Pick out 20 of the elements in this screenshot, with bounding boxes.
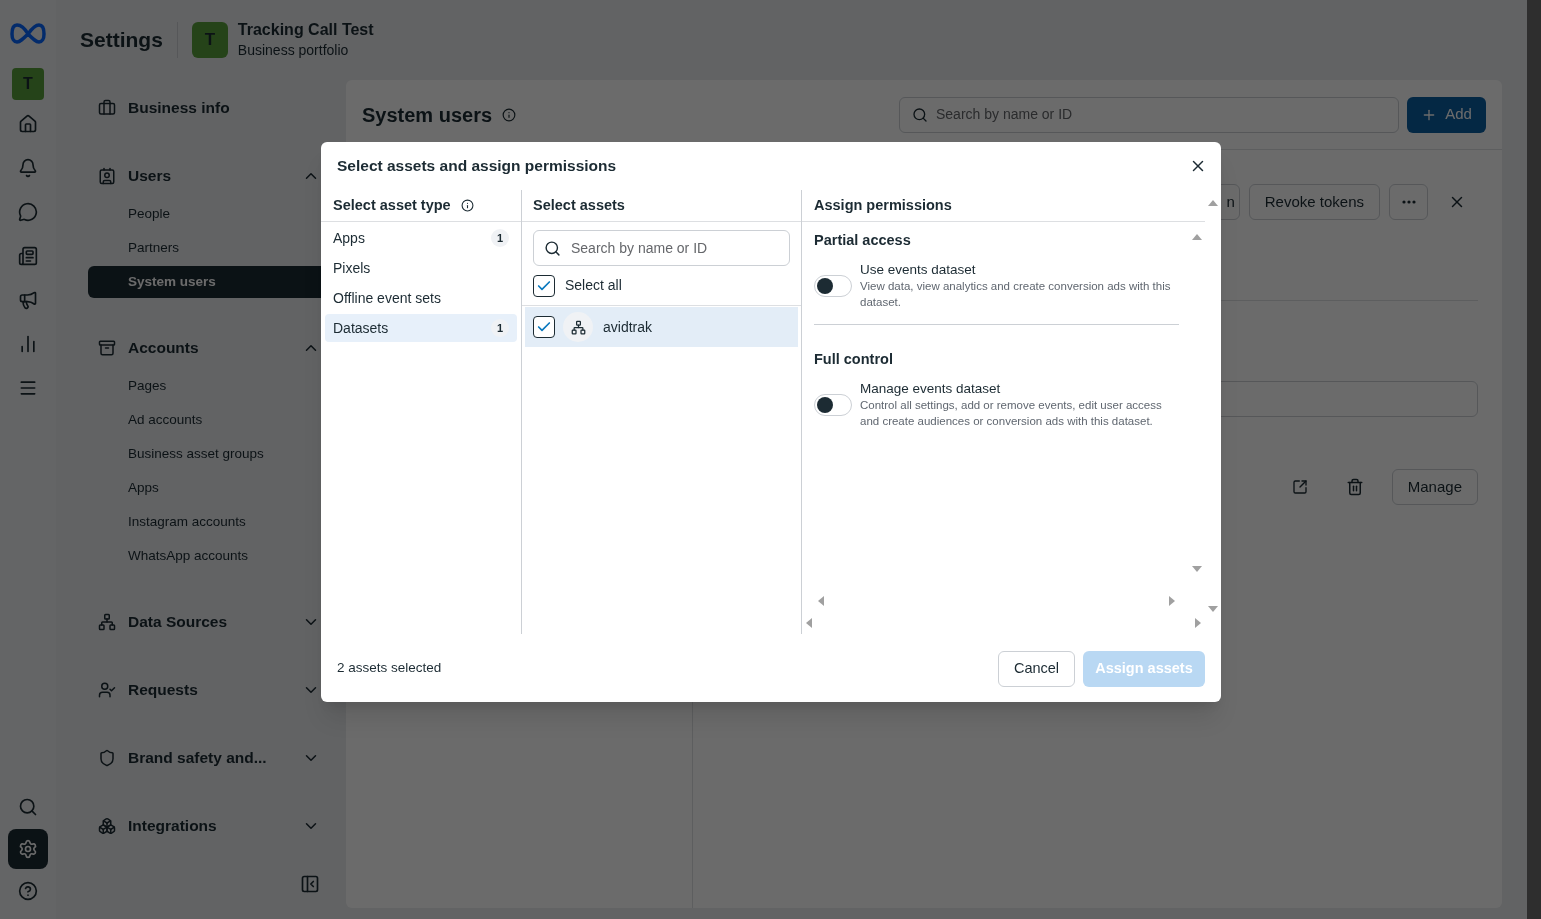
modal-title: Select assets and assign permissions	[337, 156, 618, 177]
permission-label: Use events dataset	[860, 261, 977, 278]
asset-type-label: Apps	[333, 228, 366, 248]
section-title: System users	[362, 102, 493, 128]
permission-group-title: Partial access	[814, 231, 912, 250]
permission-label: Manage events dataset	[860, 380, 1002, 397]
permission-description: View data, view analytics and create conversion ads with this dataset.	[860, 278, 1172, 310]
column-heading: Select asset type	[333, 195, 451, 215]
permission-group-title: Full control	[814, 349, 894, 369]
asset-name: avidtrak	[603, 317, 653, 337]
permission-description: Control all settings, add or remove events, edit user access and create audiences or conversion ads with this dataset.	[860, 397, 1163, 429]
selection-summary: 2 assets selected	[337, 659, 443, 678]
column-heading: Select assets	[533, 195, 625, 215]
count-badge: 1	[491, 319, 509, 337]
portfolio-subtitle: Business portfolio	[237, 41, 350, 60]
portfolio-name: Tracking Call Test	[237, 20, 374, 40]
page-title: Settings	[80, 27, 163, 54]
column-heading: Assign permissions	[814, 195, 952, 215]
asset-type-label: Datasets	[333, 318, 390, 338]
count-badge: 1	[491, 229, 509, 247]
